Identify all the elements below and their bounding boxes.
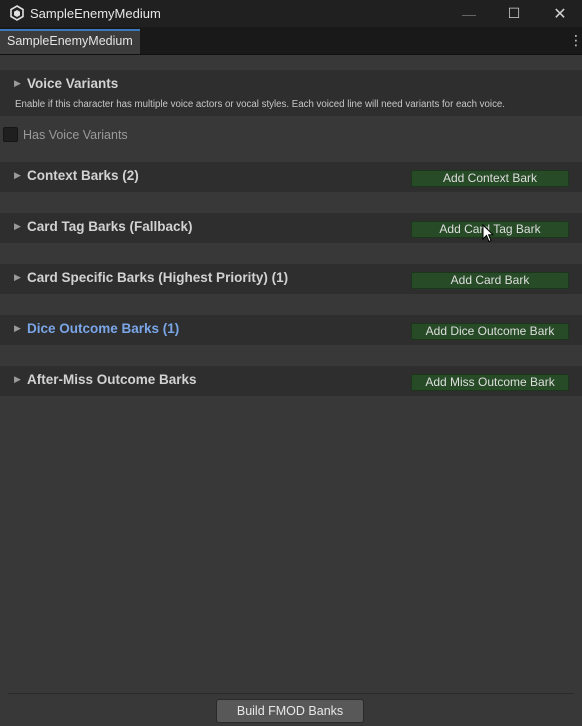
- context-barks-foldout[interactable]: ▶ Context Barks (2): [14, 168, 139, 183]
- has-voice-variants-label: Has Voice Variants: [23, 127, 128, 142]
- has-voice-variants-row[interactable]: Has Voice Variants: [3, 127, 128, 142]
- tab-bar: SampleEnemyMedium ⋮: [0, 27, 582, 55]
- footer-divider: [8, 693, 574, 694]
- voice-variants-header: Voice Variants: [27, 76, 119, 91]
- dice-outcome-barks-header: Dice Outcome Barks (1): [27, 321, 180, 336]
- foldout-arrow-icon: ▶: [14, 323, 21, 333]
- title-bar: SampleEnemyMedium — ☐ ✕: [0, 0, 582, 27]
- card-tag-barks-header: Card Tag Barks (Fallback): [27, 219, 193, 234]
- add-card-bark-button[interactable]: Add Card Bark: [411, 272, 569, 289]
- voice-variants-foldout[interactable]: ▶ Voice Variants: [14, 76, 118, 91]
- maximize-icon: ☐: [507, 5, 521, 21]
- minimize-button[interactable]: —: [446, 0, 492, 27]
- minimize-icon: —: [462, 5, 476, 22]
- add-miss-outcome-bark-button[interactable]: Add Miss Outcome Bark: [411, 374, 569, 391]
- card-tag-barks-foldout[interactable]: ▶ Card Tag Barks (Fallback): [14, 219, 193, 234]
- dice-outcome-barks-foldout[interactable]: ▶ Dice Outcome Barks (1): [14, 321, 179, 336]
- close-button[interactable]: ✕: [537, 0, 582, 27]
- tab-sample-enemy-medium[interactable]: SampleEnemyMedium: [0, 29, 140, 54]
- after-miss-outcome-barks-foldout[interactable]: ▶ After-Miss Outcome Barks: [14, 372, 197, 387]
- voice-variants-description: Enable if this character has multiple vo…: [15, 99, 505, 110]
- foldout-arrow-icon: ▶: [14, 374, 21, 384]
- card-specific-barks-foldout[interactable]: ▶ Card Specific Barks (Highest Priority)…: [14, 270, 288, 285]
- has-voice-variants-checkbox[interactable]: [3, 127, 18, 142]
- window-title: SampleEnemyMedium: [30, 6, 161, 21]
- after-miss-outcome-barks-header: After-Miss Outcome Barks: [27, 372, 197, 387]
- close-icon: ✕: [553, 5, 567, 23]
- kebab-menu-icon[interactable]: ⋮: [569, 33, 582, 47]
- card-specific-barks-header: Card Specific Barks (Highest Priority) (…: [27, 270, 289, 285]
- add-dice-outcome-bark-button[interactable]: Add Dice Outcome Bark: [411, 323, 569, 340]
- foldout-arrow-icon: ▶: [14, 170, 21, 180]
- foldout-arrow-icon: ▶: [14, 78, 21, 88]
- add-context-bark-button[interactable]: Add Context Bark: [411, 170, 569, 187]
- maximize-button[interactable]: ☐: [491, 0, 537, 27]
- mouse-cursor-icon: [482, 224, 494, 243]
- unity-app-icon: [10, 5, 24, 21]
- context-barks-header: Context Barks (2): [27, 168, 139, 183]
- foldout-arrow-icon: ▶: [14, 221, 21, 231]
- build-fmod-banks-button[interactable]: Build FMOD Banks: [216, 699, 364, 723]
- foldout-arrow-icon: ▶: [14, 272, 21, 282]
